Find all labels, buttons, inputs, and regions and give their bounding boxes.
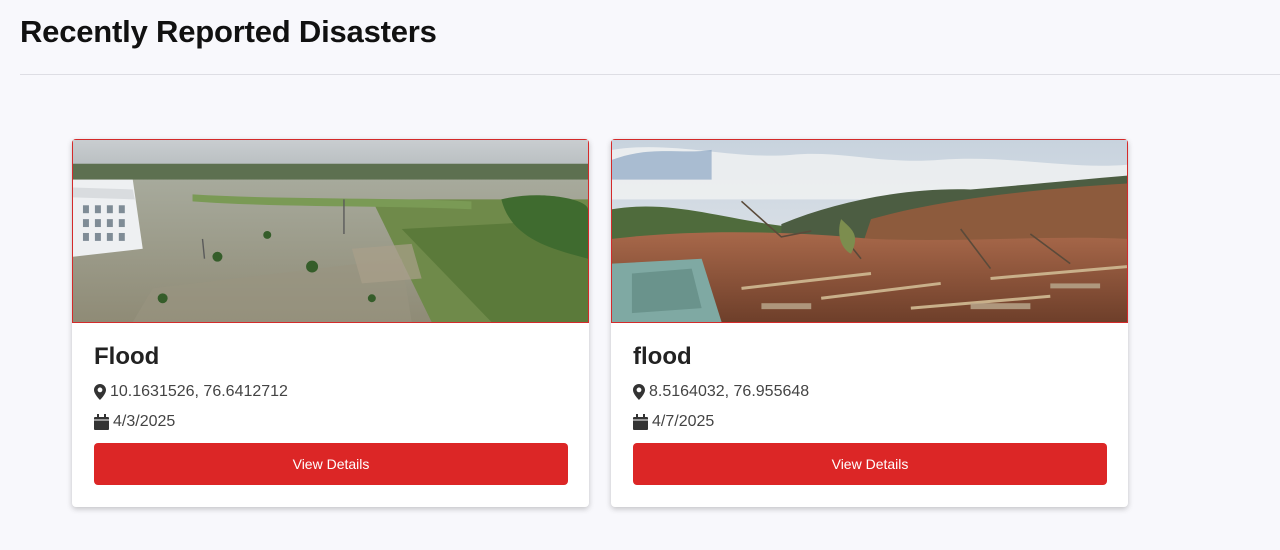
location-row: 8.5164032, 76.955648 <box>633 383 809 401</box>
disaster-card-list: Flood 10.1631526, 76.6412712 4/3/2025 Vi… <box>72 139 1128 507</box>
calendar-icon <box>633 414 648 430</box>
coordinates: 8.5164032, 76.955648 <box>649 383 810 400</box>
disaster-image <box>72 139 589 323</box>
location-row: 10.1631526, 76.6412712 <box>94 383 288 401</box>
disaster-card: flood 8.5164032, 76.955648 4/7/2025 View… <box>611 139 1128 507</box>
calendar-icon <box>94 414 109 430</box>
date-row: 4/3/2025 <box>94 413 175 431</box>
map-marker-icon <box>94 384 106 400</box>
disaster-image <box>611 139 1128 323</box>
coordinates: 10.1631526, 76.6412712 <box>110 383 288 400</box>
disaster-type: Flood <box>94 343 160 370</box>
disaster-card: Flood 10.1631526, 76.6412712 4/3/2025 Vi… <box>72 139 589 507</box>
page-title: Recently Reported Disasters <box>20 14 437 49</box>
view-details-button[interactable]: View Details <box>633 443 1107 485</box>
date-row: 4/7/2025 <box>633 413 714 431</box>
title-divider <box>20 74 1280 75</box>
map-marker-icon <box>633 384 645 400</box>
report-date: 4/3/2025 <box>113 413 176 430</box>
disaster-type: flood <box>633 343 692 370</box>
view-details-button[interactable]: View Details <box>94 443 568 485</box>
report-date: 4/7/2025 <box>652 413 715 430</box>
